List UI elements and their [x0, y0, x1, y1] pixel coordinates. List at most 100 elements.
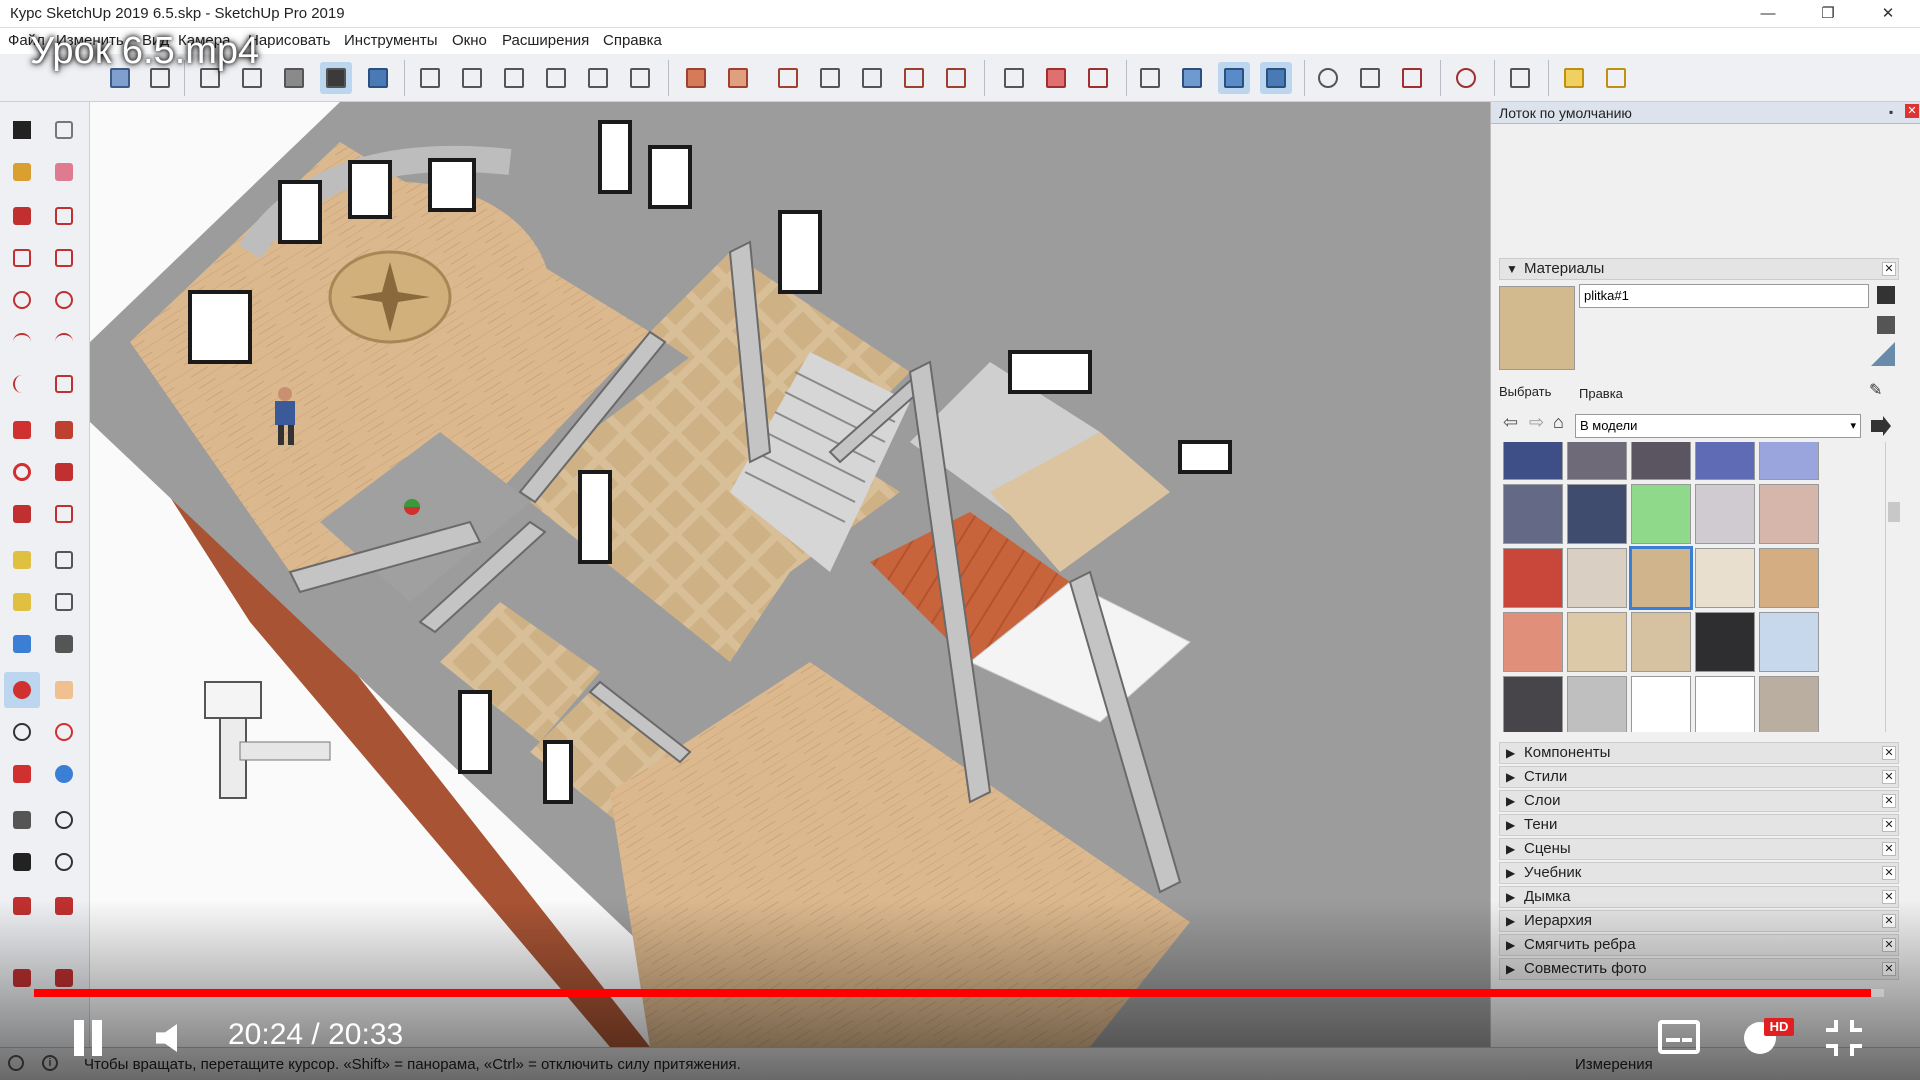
- drape-icon[interactable]: [856, 62, 888, 94]
- warehouse-tool-icon[interactable]: [4, 888, 40, 924]
- axes-icon[interactable]: [1312, 62, 1344, 94]
- section-plane-icon[interactable]: [1134, 62, 1166, 94]
- home-icon[interactable]: ⌂: [1553, 412, 1564, 433]
- protractor-icon[interactable]: [4, 584, 40, 620]
- panel-close-icon[interactable]: ✕: [1882, 818, 1896, 832]
- swatch-scrollbar[interactable]: [1885, 442, 1901, 732]
- right-view-icon[interactable]: [456, 62, 488, 94]
- menu-window[interactable]: Окно: [452, 32, 487, 49]
- panel-header[interactable]: ▶ Иерархия ✕: [1499, 910, 1899, 932]
- material-name-field[interactable]: plitka#1: [1579, 284, 1869, 308]
- material-swatch[interactable]: [1567, 484, 1627, 544]
- offset-icon[interactable]: [46, 496, 82, 532]
- pause-icon[interactable]: [70, 1018, 110, 1058]
- menu-extensions[interactable]: Расширения: [502, 32, 589, 49]
- extension-tool-icon[interactable]: [1600, 62, 1632, 94]
- section-display-icon[interactable]: [1176, 62, 1208, 94]
- panel-header[interactable]: ▶ Компоненты ✕: [1499, 742, 1899, 764]
- tray-close-icon[interactable]: ✕: [1905, 104, 1919, 118]
- material-swatch[interactable]: [1695, 548, 1755, 608]
- volume-icon[interactable]: [152, 1018, 196, 1058]
- protractor-guide-icon[interactable]: [1396, 62, 1428, 94]
- geo-location-icon[interactable]: [1450, 62, 1482, 94]
- material-swatch[interactable]: [1567, 676, 1627, 732]
- make-component-icon[interactable]: [46, 112, 82, 148]
- previous-view-icon[interactable]: [46, 756, 82, 792]
- scale-icon[interactable]: [4, 496, 40, 532]
- smoove-icon[interactable]: [772, 62, 804, 94]
- panel-close-icon[interactable]: ✕: [1882, 890, 1896, 904]
- material-swatch[interactable]: [1567, 612, 1627, 672]
- tab-edit[interactable]: Правка: [1579, 386, 1623, 401]
- follow-me-icon[interactable]: [46, 454, 82, 490]
- scrollbar-thumb[interactable]: [1888, 502, 1900, 522]
- material-swatch[interactable]: [1695, 484, 1755, 544]
- eyedropper-icon[interactable]: ✎: [1869, 380, 1891, 402]
- material-swatch[interactable]: [1631, 612, 1691, 672]
- section-fill-icon[interactable]: [1260, 62, 1292, 94]
- menu-tools[interactable]: Инструменты: [344, 32, 438, 49]
- menu-draw[interactable]: Нарисовать: [248, 32, 330, 49]
- material-swatch[interactable]: [1631, 442, 1691, 480]
- sandbox-contours-icon[interactable]: [680, 62, 712, 94]
- section-cuts-icon[interactable]: [1218, 62, 1250, 94]
- settings-gear-icon[interactable]: HD: [1740, 1018, 1794, 1058]
- stamp-icon[interactable]: [814, 62, 846, 94]
- material-swatch[interactable]: [1759, 484, 1819, 544]
- rectangle-icon[interactable]: [4, 240, 40, 276]
- panel-header[interactable]: ▶ Учебник ✕: [1499, 862, 1899, 884]
- panel-close-icon[interactable]: ✕: [1882, 962, 1896, 976]
- panel-close-icon[interactable]: ✕: [1882, 866, 1896, 880]
- panel-header[interactable]: ▶ Смягчить ребра ✕: [1499, 934, 1899, 956]
- two-point-arc-icon[interactable]: [46, 324, 82, 360]
- panel-header[interactable]: ▶ Совместить фото ✕: [1499, 958, 1899, 980]
- tape-measure-icon[interactable]: [4, 542, 40, 578]
- orbit-icon[interactable]: [4, 672, 40, 708]
- back-arrow-icon[interactable]: ⇦: [1503, 412, 1518, 433]
- panel-close-icon[interactable]: ✕: [1882, 794, 1896, 808]
- pie-icon[interactable]: [46, 366, 82, 402]
- zoom-icon[interactable]: [4, 714, 40, 750]
- section-plane-tool-icon[interactable]: [46, 844, 82, 880]
- material-swatch[interactable]: [1759, 676, 1819, 732]
- extension-warehouse-icon[interactable]: [46, 888, 82, 924]
- pan-hand-icon[interactable]: [46, 672, 82, 708]
- panel-close-icon[interactable]: ✕: [1882, 914, 1896, 928]
- eraser-icon[interactable]: [46, 154, 82, 190]
- flip-edge-icon[interactable]: [940, 62, 972, 94]
- geo-status-icon[interactable]: [8, 1055, 24, 1071]
- panel-close-icon[interactable]: ✕: [1882, 746, 1896, 760]
- panel-header[interactable]: ▶ Сцены ✕: [1499, 838, 1899, 860]
- panel-close-icon[interactable]: ✕: [1882, 842, 1896, 856]
- panel-close-icon[interactable]: ✕: [1882, 770, 1896, 784]
- back-view-icon[interactable]: [540, 62, 572, 94]
- polygon-icon[interactable]: [46, 282, 82, 318]
- axes-tool-icon[interactable]: [4, 626, 40, 662]
- circle-icon[interactable]: [4, 282, 40, 318]
- paint-bucket-icon[interactable]: [4, 154, 40, 190]
- material-swatch[interactable]: [1759, 612, 1819, 672]
- panel-header[interactable]: ▶ Дымка ✕: [1499, 886, 1899, 908]
- forward-arrow-icon[interactable]: ⇨: [1529, 412, 1544, 433]
- minimize-button[interactable]: —: [1740, 0, 1796, 28]
- material-swatch[interactable]: [1629, 546, 1693, 610]
- model-viewport[interactable]: [90, 102, 1490, 1047]
- push-pull-icon[interactable]: [46, 412, 82, 448]
- arc-icon[interactable]: [4, 324, 40, 360]
- material-swatch[interactable]: [1567, 442, 1627, 480]
- share-model-icon[interactable]: [1082, 62, 1114, 94]
- library-dropdown[interactable]: В модели ▾: [1575, 414, 1861, 438]
- text-icon[interactable]: [46, 584, 82, 620]
- move-icon[interactable]: [4, 412, 40, 448]
- home-front-icon[interactable]: [498, 62, 530, 94]
- details-arrow-icon[interactable]: [1871, 416, 1891, 436]
- dimension-icon[interactable]: [46, 542, 82, 578]
- pin-icon[interactable]: ▪: [1889, 105, 1893, 119]
- panel-header[interactable]: ▶ Стили ✕: [1499, 766, 1899, 788]
- tab-select[interactable]: Выбрать: [1499, 384, 1551, 399]
- material-swatch[interactable]: [1567, 548, 1627, 608]
- look-around-eye-icon[interactable]: [46, 802, 82, 838]
- material-swatch[interactable]: [1631, 676, 1691, 732]
- panel-header[interactable]: ▶ Слои ✕: [1499, 790, 1899, 812]
- paint-sample-icon[interactable]: [1871, 342, 1895, 366]
